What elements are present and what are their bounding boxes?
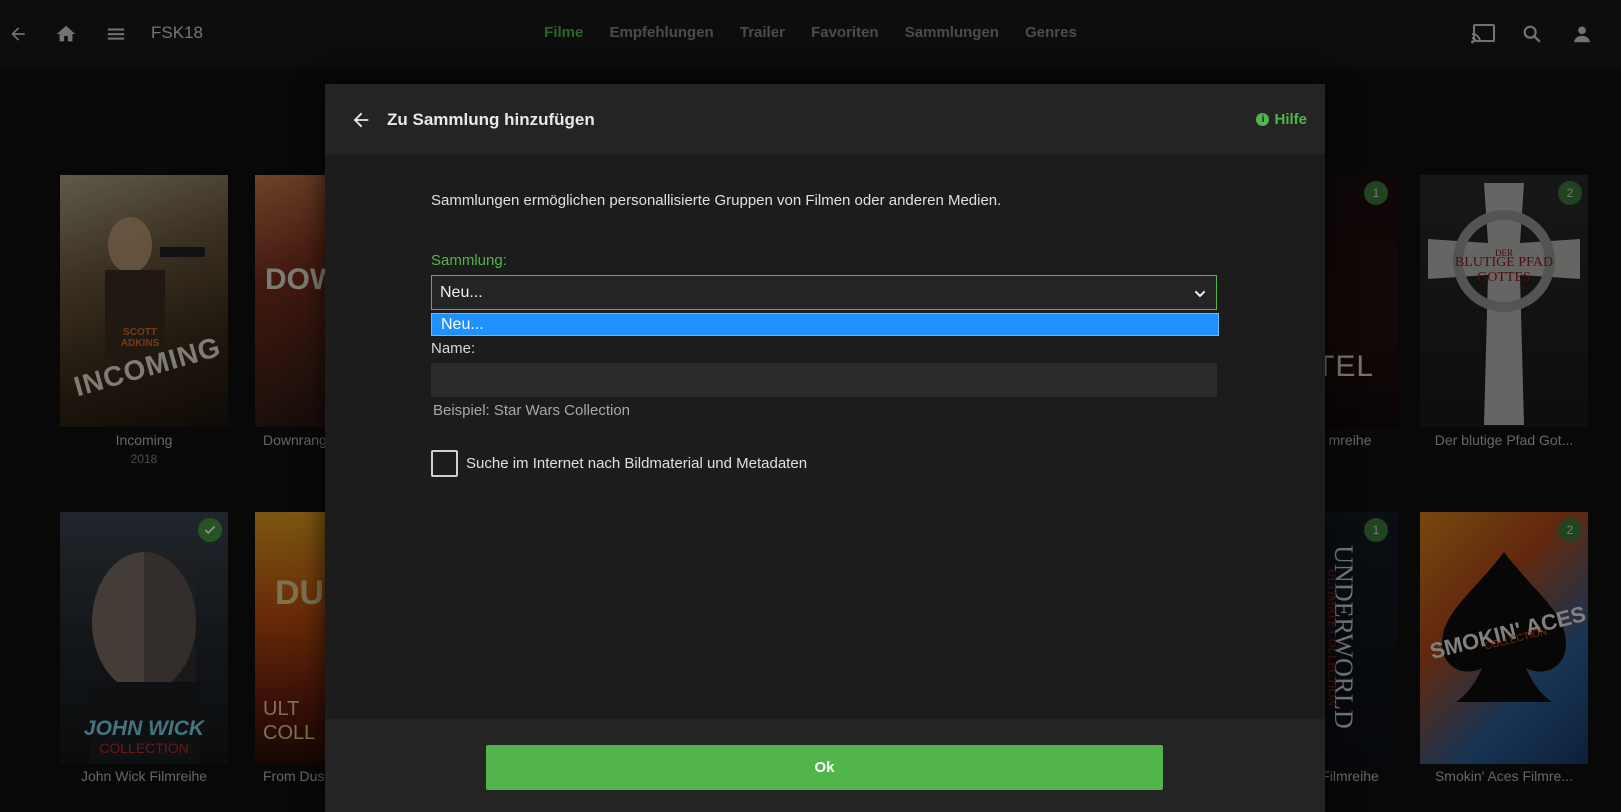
collection-label: Sammlung: (431, 252, 507, 269)
name-input[interactable] (431, 363, 1217, 397)
collection-select-value: Neu... (440, 284, 483, 301)
ok-button[interactable]: Ok (486, 745, 1163, 790)
info-icon: i (1256, 113, 1270, 126)
dialog-title: Zu Sammlung hinzufügen (387, 110, 595, 129)
chevron-down-icon (1194, 290, 1206, 298)
dialog-description: Sammlungen ermöglichen personallisierte … (431, 192, 1002, 209)
help-link[interactable]: i Hilfe (1256, 111, 1307, 128)
metadata-checkbox-label[interactable]: Suche im Internet nach Bildmaterial und … (466, 455, 807, 472)
dropdown-option-label: Neu... (441, 316, 484, 333)
dropdown-option-neu[interactable]: Neu... (431, 313, 1219, 336)
arrow-left-icon (353, 112, 369, 128)
dialog-header: Zu Sammlung hinzufügen i Hilfe (325, 84, 1325, 154)
dialog-footer: Ok (325, 719, 1325, 812)
name-label: Name: (431, 340, 476, 357)
help-label: Hilfe (1274, 111, 1307, 128)
collection-select[interactable]: Neu... (431, 275, 1217, 310)
name-hint: Beispiel: Star Wars Collection (433, 402, 631, 419)
add-to-collection-dialog: Zu Sammlung hinzufügen i Hilfe Sammlunge… (325, 84, 1325, 812)
metadata-checkbox[interactable] (431, 450, 458, 477)
dialog-back-button[interactable] (345, 104, 377, 136)
